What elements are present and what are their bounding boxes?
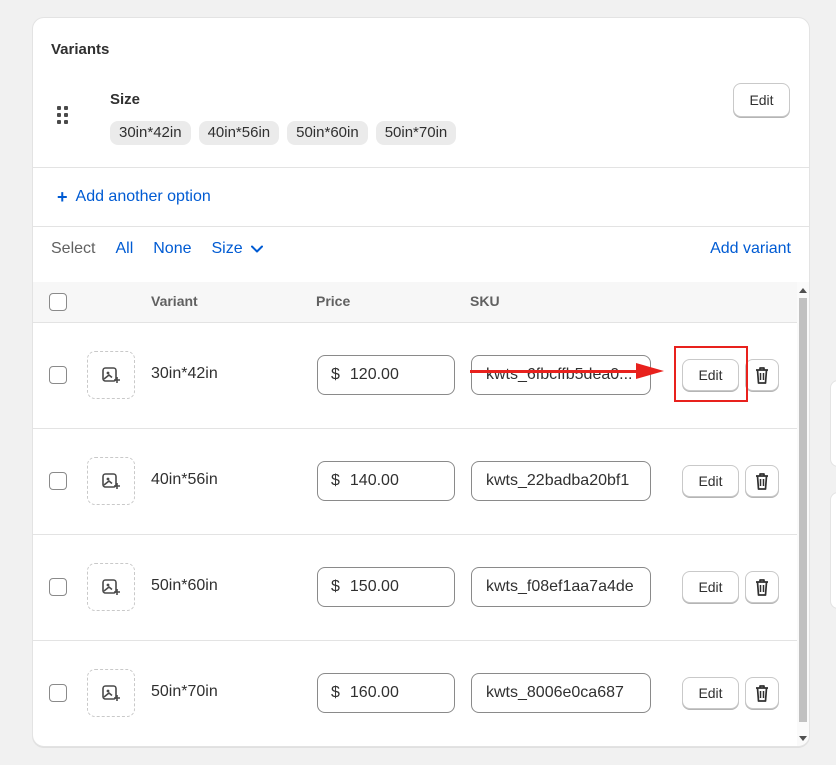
delete-variant-button[interactable]	[745, 465, 779, 497]
annotation-arrow	[470, 370, 640, 373]
price-input[interactable]: $ 160.00	[317, 673, 455, 713]
image-add-icon	[102, 579, 120, 595]
sku-input[interactable]: kwts_6fbcffb5dea0...	[471, 355, 651, 395]
table-scrollbar-thumb[interactable]	[799, 298, 807, 722]
image-add-icon	[102, 473, 120, 489]
divider	[33, 167, 809, 168]
select-none-link[interactable]: None	[153, 240, 191, 258]
add-another-option-button[interactable]: + Add another option	[57, 188, 211, 206]
add-variant-link[interactable]: Add variant	[710, 240, 791, 258]
table-header: Variant Price SKU	[33, 282, 797, 323]
trash-icon	[756, 367, 768, 384]
variant-name: 50in*70in	[151, 683, 218, 700]
image-add-icon	[102, 367, 120, 383]
row-checkbox[interactable]	[49, 472, 67, 490]
scroll-down-arrow-icon[interactable]	[799, 736, 807, 741]
column-header-price: Price	[316, 293, 351, 309]
row-checkbox[interactable]	[49, 578, 67, 596]
currency-symbol: $	[331, 366, 340, 383]
currency-symbol: $	[331, 578, 340, 595]
price-value: 140.00	[349, 472, 399, 489]
option-values: 30in*42in 40in*56in 50in*60in 50in*70in	[110, 121, 457, 145]
edit-variant-button[interactable]: Edit	[682, 465, 739, 497]
select-all-link[interactable]: All	[115, 240, 133, 258]
add-image-button[interactable]	[87, 457, 135, 505]
add-another-option-label: Add another option	[75, 188, 211, 205]
edit-variant-button[interactable]: Edit	[682, 571, 739, 603]
option-value-chip: 40in*56in	[198, 121, 280, 145]
select-label: Select	[51, 240, 96, 257]
column-header-sku: SKU	[470, 293, 500, 309]
row-checkbox[interactable]	[49, 684, 67, 702]
price-value: 160.00	[349, 684, 399, 701]
card-title: Variants	[51, 41, 110, 58]
trash-icon	[756, 685, 768, 702]
currency-symbol: $	[331, 684, 340, 701]
currency-symbol: $	[331, 472, 340, 489]
side-card-bottom	[830, 492, 836, 609]
image-add-icon	[102, 685, 120, 701]
column-header-variant: Variant	[151, 293, 198, 309]
edit-variant-button[interactable]: Edit	[682, 677, 739, 709]
row-checkbox[interactable]	[49, 366, 67, 384]
drag-handle-icon[interactable]	[57, 106, 71, 126]
select-all-checkbox[interactable]	[49, 293, 67, 311]
table-row: 40in*56in $ 140.00 kwts_22badba20bf1 Edi…	[33, 429, 797, 535]
delete-variant-button[interactable]	[745, 677, 779, 709]
select-size-dropdown[interactable]: Size	[212, 240, 264, 258]
divider	[33, 226, 809, 227]
delete-variant-button[interactable]	[745, 359, 779, 391]
edit-option-button[interactable]: Edit	[733, 83, 790, 117]
price-value: 120.00	[349, 366, 399, 383]
plus-icon: +	[57, 187, 68, 207]
price-input[interactable]: $ 120.00	[317, 355, 455, 395]
variant-name: 30in*42in	[151, 365, 218, 382]
price-input[interactable]: $ 140.00	[317, 461, 455, 501]
option-name: Size	[110, 91, 141, 108]
option-value-chip: 50in*60in	[287, 121, 368, 145]
price-input[interactable]: $ 150.00	[317, 567, 455, 607]
price-value: 150.00	[349, 578, 399, 595]
annotation-arrow-head	[636, 363, 664, 379]
trash-icon	[756, 579, 768, 596]
option-value-chip: 50in*70in	[375, 121, 457, 145]
sku-input[interactable]: kwts_8006e0ca687	[471, 673, 651, 713]
add-image-button[interactable]	[87, 563, 135, 611]
sku-input[interactable]: kwts_22badba20bf1	[471, 461, 651, 501]
select-size-label: Size	[211, 240, 243, 257]
sku-input[interactable]: kwts_f08ef1aa7a4de	[471, 567, 651, 607]
annotation-highlight-box	[674, 346, 748, 402]
chevron-down-icon	[250, 245, 263, 253]
trash-icon	[756, 473, 768, 490]
table-row: 50in*60in $ 150.00 kwts_f08ef1aa7a4de Ed…	[33, 535, 797, 641]
side-card-top	[830, 380, 836, 467]
add-image-button[interactable]	[87, 351, 135, 399]
variant-name: 40in*56in	[151, 471, 218, 488]
scroll-up-arrow-icon[interactable]	[799, 288, 807, 293]
delete-variant-button[interactable]	[745, 571, 779, 603]
table-row: 50in*70in $ 160.00 kwts_8006e0ca687 Edit	[33, 641, 797, 746]
add-image-button[interactable]	[87, 669, 135, 717]
select-bar: Select All None Size	[51, 240, 264, 258]
option-value-chip: 30in*42in	[110, 121, 191, 145]
variant-name: 50in*60in	[151, 577, 218, 594]
